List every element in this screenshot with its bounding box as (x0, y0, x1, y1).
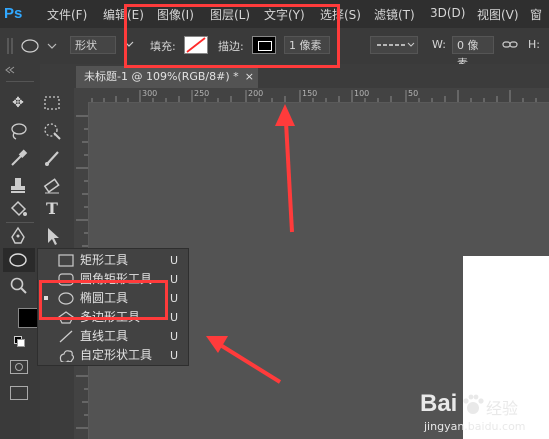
annotation-arrows (206, 104, 295, 384)
watermark-brand: Bai (420, 390, 458, 417)
arrow-up-icon (275, 104, 295, 233)
watermark-brand-tail: 经验 (486, 399, 519, 418)
watermark-url: jingyan.baidu.com (424, 420, 526, 433)
paw-icon (463, 394, 484, 414)
arrow-left-icon (206, 336, 282, 384)
baidu-watermark: Bai 经验 jingyan.baidu.com (400, 388, 545, 436)
